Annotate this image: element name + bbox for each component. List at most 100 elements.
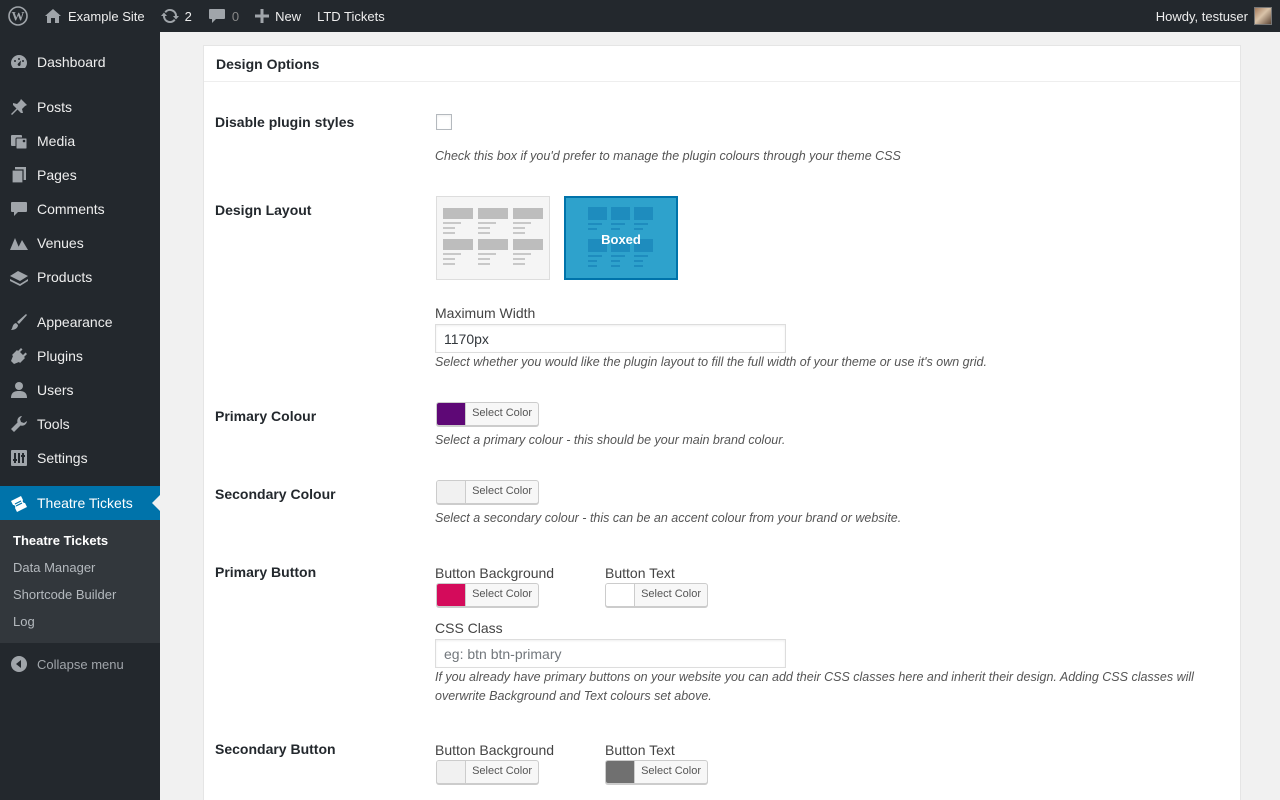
sidebar-item-dashboard[interactable]: Dashboard	[0, 45, 160, 79]
wordpress-logo-icon[interactable]: W	[0, 0, 36, 32]
collapse-menu-button[interactable]: Collapse menu	[0, 647, 160, 681]
sidebar-item-label: Appearance	[37, 314, 113, 330]
primary-button-description: If you already have primary buttons on y…	[435, 670, 1194, 703]
pushpin-icon	[9, 97, 29, 117]
sidebar-item-users[interactable]: Users	[0, 373, 160, 407]
css-class-field	[435, 639, 786, 668]
svg-text:W: W	[12, 9, 25, 24]
secondary-colour-picker[interactable]: Select Color	[436, 480, 539, 504]
collapse-menu-label: Collapse menu	[37, 656, 124, 672]
select-color-label: Select Color	[641, 588, 701, 600]
comments-count: 0	[231, 8, 240, 24]
secondary-button-bg-field: Select Color	[436, 760, 539, 784]
primary-button-label: Primary Button	[215, 564, 317, 580]
sidebar-item-comments[interactable]: Comments	[0, 192, 160, 226]
user-icon	[9, 380, 29, 400]
submenu-item-shortcode-builder[interactable]: Shortcode Builder	[0, 581, 160, 608]
updates-icon	[160, 7, 179, 25]
secondary-colour-label: Secondary Colour	[215, 486, 336, 502]
primary-colour-swatch	[437, 403, 467, 425]
max-width-input[interactable]	[435, 324, 786, 353]
site-name: Example Site	[68, 8, 145, 24]
submenu-item-data-manager[interactable]: Data Manager	[0, 554, 160, 581]
products-icon	[9, 267, 29, 287]
admin-bar: W Example Site 2 0 New LTD Tickets Howdy…	[0, 0, 1280, 32]
sidebar-item-label: Pages	[37, 167, 77, 183]
home-icon	[44, 8, 62, 24]
updates-link[interactable]: 2	[153, 0, 200, 32]
sidebar-item-venues[interactable]: Venues	[0, 226, 160, 260]
disable-styles-field	[436, 114, 452, 130]
submenu-item-log[interactable]: Log	[0, 608, 160, 635]
sidebar-item-theatre-tickets[interactable]: Theatre Tickets	[0, 486, 160, 520]
primary-button-text-label: Button Text	[605, 565, 675, 581]
wrench-icon	[9, 414, 29, 434]
secondary-colour-swatch	[437, 481, 467, 503]
new-content-link[interactable]: New	[247, 0, 309, 32]
layout-option-boxed[interactable]: Boxed	[564, 196, 678, 280]
paintbrush-icon	[9, 312, 29, 332]
my-account-link[interactable]: Howdy, testuser	[1148, 0, 1280, 32]
disable-styles-label: Disable plugin styles	[215, 114, 355, 130]
plugin-icon	[9, 346, 29, 366]
primary-button-bg-picker[interactable]: Select Color	[436, 583, 539, 607]
ltd-tickets-link[interactable]: LTD Tickets	[309, 0, 393, 32]
full-width-layout-icon	[443, 208, 543, 265]
css-class-input[interactable]	[435, 639, 786, 668]
sidebar-item-label: Plugins	[37, 348, 83, 364]
sidebar-item-pages[interactable]: Pages	[0, 158, 160, 192]
secondary-button-text-picker[interactable]: Select Color	[605, 760, 708, 784]
sidebar-item-label: Media	[37, 133, 76, 149]
current-menu-arrow	[152, 495, 160, 511]
layout-option-full-width[interactable]	[436, 196, 550, 280]
primary-button-bg-label: Button Background	[435, 565, 555, 581]
secondary-button-text-label: Button Text	[605, 742, 675, 758]
design-layout-label: Design Layout	[215, 202, 312, 218]
sidebar-item-media[interactable]: Media	[0, 124, 160, 158]
primary-colour-picker[interactable]: Select Color	[436, 402, 539, 426]
sidebar-item-label: Users	[37, 382, 74, 398]
disable-styles-checkbox[interactable]	[436, 114, 452, 130]
disable-styles-description: Check this box if you'd prefer to manage…	[435, 149, 901, 163]
primary-colour-description: Select a primary colour - this should be…	[435, 433, 786, 447]
select-color-label: Select Color	[472, 485, 532, 497]
primary-button-text-swatch	[606, 584, 636, 606]
select-color-label: Select Color	[472, 765, 532, 777]
max-width-field	[435, 324, 786, 353]
sidebar-item-label: Posts	[37, 99, 73, 115]
sidebar-item-label: Dashboard	[37, 54, 106, 70]
select-color-label: Select Color	[472, 588, 532, 600]
primary-button-text-picker[interactable]: Select Color	[605, 583, 708, 607]
panel-title: Design Options	[204, 46, 1240, 82]
sidebar-item-tools[interactable]: Tools	[0, 407, 160, 441]
comment-icon	[9, 199, 29, 219]
css-class-label: CSS Class	[435, 620, 503, 636]
secondary-button-bg-label: Button Background	[435, 742, 555, 758]
theatre-tickets-submenu: Theatre Tickets Data Manager Shortcode B…	[0, 520, 160, 643]
sidebar-item-label: Tools	[37, 416, 70, 432]
secondary-button-text-swatch	[606, 761, 636, 783]
sidebar-item-products[interactable]: Products	[0, 260, 160, 294]
settings-icon	[9, 448, 29, 468]
submenu-item-theatre-tickets[interactable]: Theatre Tickets	[0, 527, 160, 554]
sidebar-item-label: Settings	[37, 450, 88, 466]
select-color-label: Select Color	[472, 407, 532, 419]
sidebar-item-settings[interactable]: Settings	[0, 441, 160, 475]
sidebar-item-plugins[interactable]: Plugins	[0, 339, 160, 373]
comment-icon	[208, 8, 226, 24]
primary-button-bg-field: Select Color	[436, 583, 539, 607]
avatar	[1254, 7, 1272, 25]
tickets-icon	[9, 493, 29, 513]
pages-icon	[9, 165, 29, 185]
sidebar-item-label: Products	[37, 269, 93, 285]
secondary-button-bg-picker[interactable]: Select Color	[436, 760, 539, 784]
sidebar-item-appearance[interactable]: Appearance	[0, 305, 160, 339]
sidebar-item-posts[interactable]: Posts	[0, 90, 160, 124]
site-name-link[interactable]: Example Site	[36, 0, 153, 32]
sidebar-item-label: Venues	[37, 235, 84, 251]
comments-link[interactable]: 0	[200, 0, 247, 32]
secondary-button-bg-swatch	[437, 761, 467, 783]
sidebar-item-label: Comments	[37, 201, 105, 217]
media-icon	[9, 131, 29, 151]
primary-button-text-field: Select Color	[605, 583, 708, 607]
